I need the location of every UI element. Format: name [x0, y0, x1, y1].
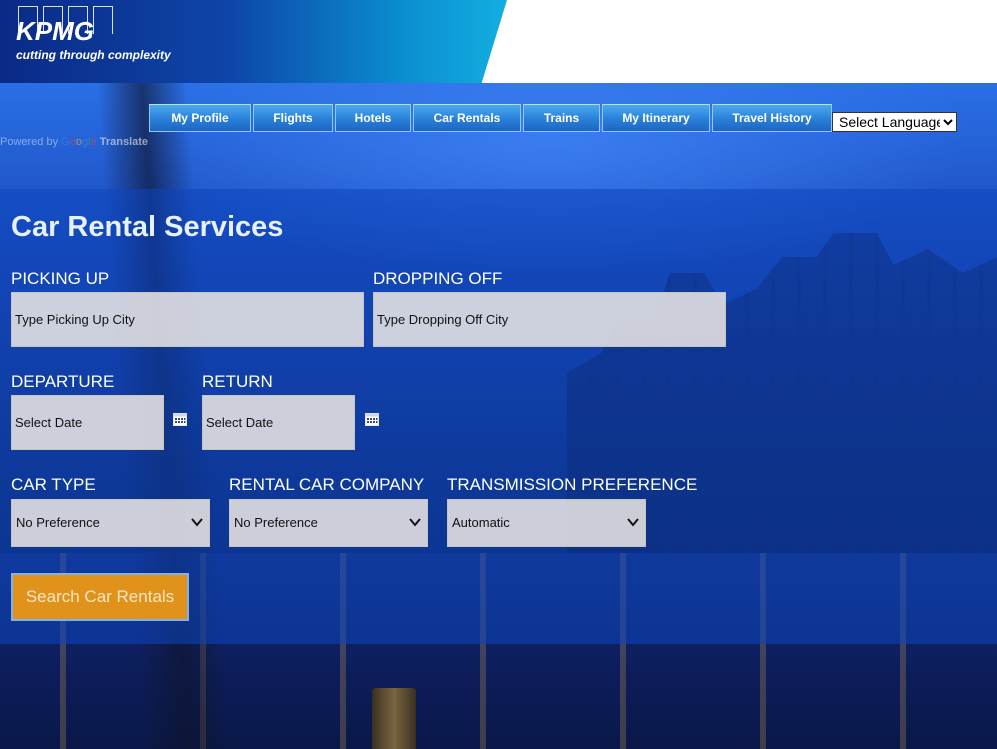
transmission-select[interactable]: Automatic [447, 499, 646, 547]
search-car-rentals-button[interactable]: Search Car Rentals [11, 573, 189, 621]
departure-calendar-icon[interactable] [173, 412, 187, 426]
return-date-input[interactable]: Select Date [202, 395, 355, 450]
transmission-value: Automatic [452, 515, 510, 530]
departure-label: DEPARTURE [11, 372, 115, 391]
background-post [372, 688, 416, 749]
rental-company-value: No Preference [234, 515, 318, 530]
google-translate-credit: Powered by Google Translate [0, 136, 148, 148]
rental-company-label: RENTAL CAR COMPANY [229, 475, 425, 494]
car-type-select[interactable]: No Preference [11, 499, 210, 547]
page-title: Car Rental Services [11, 211, 284, 243]
car-type-value: No Preference [16, 515, 100, 530]
car-type-label: CAR TYPE [11, 475, 96, 494]
transmission-label: TRANSMISSION PREFERENCE [447, 475, 698, 494]
return-label: RETURN [202, 372, 273, 391]
departure-date-input[interactable]: Select Date [11, 395, 164, 450]
google-letter: G [61, 136, 70, 148]
rental-company-select[interactable]: No Preference [229, 499, 428, 547]
main-nav: My Profile Flights Hotels Car Rentals Tr… [149, 104, 832, 132]
language-select[interactable]: Select Language [832, 112, 957, 132]
google-letter: e [90, 136, 97, 148]
dropping-off-input[interactable]: Type Dropping Off City [373, 292, 726, 347]
site-header: KPMG cutting through complexity [0, 0, 997, 83]
chevron-down-icon [191, 518, 203, 527]
chevron-down-icon [409, 518, 421, 527]
translate-link[interactable]: Translate [100, 136, 148, 148]
logo-tagline: cutting through complexity [16, 48, 171, 62]
nav-hotels[interactable]: Hotels [335, 104, 411, 132]
chevron-down-icon [627, 518, 639, 527]
nav-trains[interactable]: Trains [523, 104, 600, 132]
return-calendar-icon[interactable] [365, 412, 379, 426]
nav-my-profile[interactable]: My Profile [149, 104, 251, 132]
dropping-off-label: DROPPING OFF [373, 269, 503, 288]
nav-car-rentals[interactable]: Car Rentals [413, 104, 521, 132]
powered-by-text: Powered by [0, 136, 59, 148]
nav-flights[interactable]: Flights [253, 104, 333, 132]
picking-up-label: PICKING UP [11, 269, 110, 288]
logo-wordmark: KPMG [16, 16, 94, 46]
nav-travel-history[interactable]: Travel History [712, 104, 832, 132]
nav-my-itinerary[interactable]: My Itinerary [602, 104, 710, 132]
picking-up-input[interactable]: Type Picking Up City [11, 292, 364, 347]
